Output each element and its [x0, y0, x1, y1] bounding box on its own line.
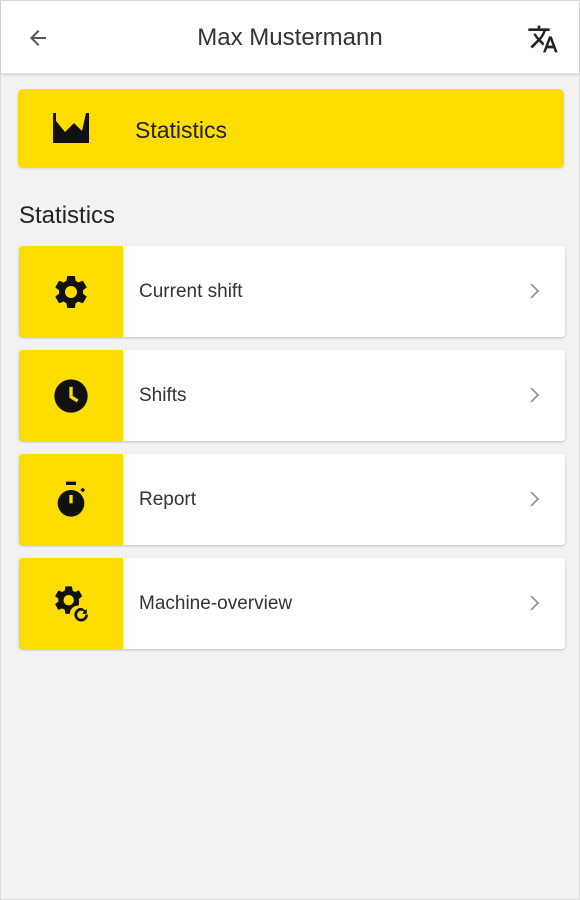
page-title: Max Mustermann — [197, 24, 383, 51]
chevron-right-icon — [530, 387, 540, 403]
gear-icon — [55, 275, 87, 308]
item-label: Machine-overview — [139, 593, 293, 614]
item-icon-box — [19, 246, 123, 337]
app-bar: Max Mustermann — [1, 1, 579, 74]
statistics-list: Current shift Shifts Report Machine-over… — [19, 246, 565, 662]
statistics-banner[interactable]: Statistics — [18, 89, 564, 168]
translate-button[interactable] — [525, 21, 561, 57]
list-item-report[interactable]: Report — [19, 454, 565, 545]
item-label: Current shift — [139, 281, 243, 302]
gear-sync-icon — [55, 585, 88, 621]
item-label: Shifts — [139, 385, 187, 406]
statistics-banner-label: Statistics — [135, 117, 228, 143]
section-title: Statistics — [19, 202, 116, 229]
list-item-shifts[interactable]: Shifts — [19, 350, 565, 441]
chevron-right-icon — [530, 491, 540, 507]
app-frame: Max Mustermann Statistics Statistics Cur… — [0, 0, 580, 900]
chevron-right-icon — [530, 595, 540, 611]
list-item-current-shift[interactable]: Current shift — [19, 246, 565, 337]
item-icon-box — [19, 454, 123, 545]
stopwatch-icon — [57, 481, 86, 517]
item-icon-box — [19, 558, 123, 649]
translate-icon — [528, 25, 558, 53]
chevron-right-icon — [530, 283, 540, 299]
item-icon-box — [19, 350, 123, 441]
area-chart-icon — [53, 113, 89, 143]
list-item-machine-overview[interactable]: Machine-overview — [19, 558, 565, 649]
clock-icon — [54, 378, 88, 413]
item-label: Report — [139, 489, 197, 510]
